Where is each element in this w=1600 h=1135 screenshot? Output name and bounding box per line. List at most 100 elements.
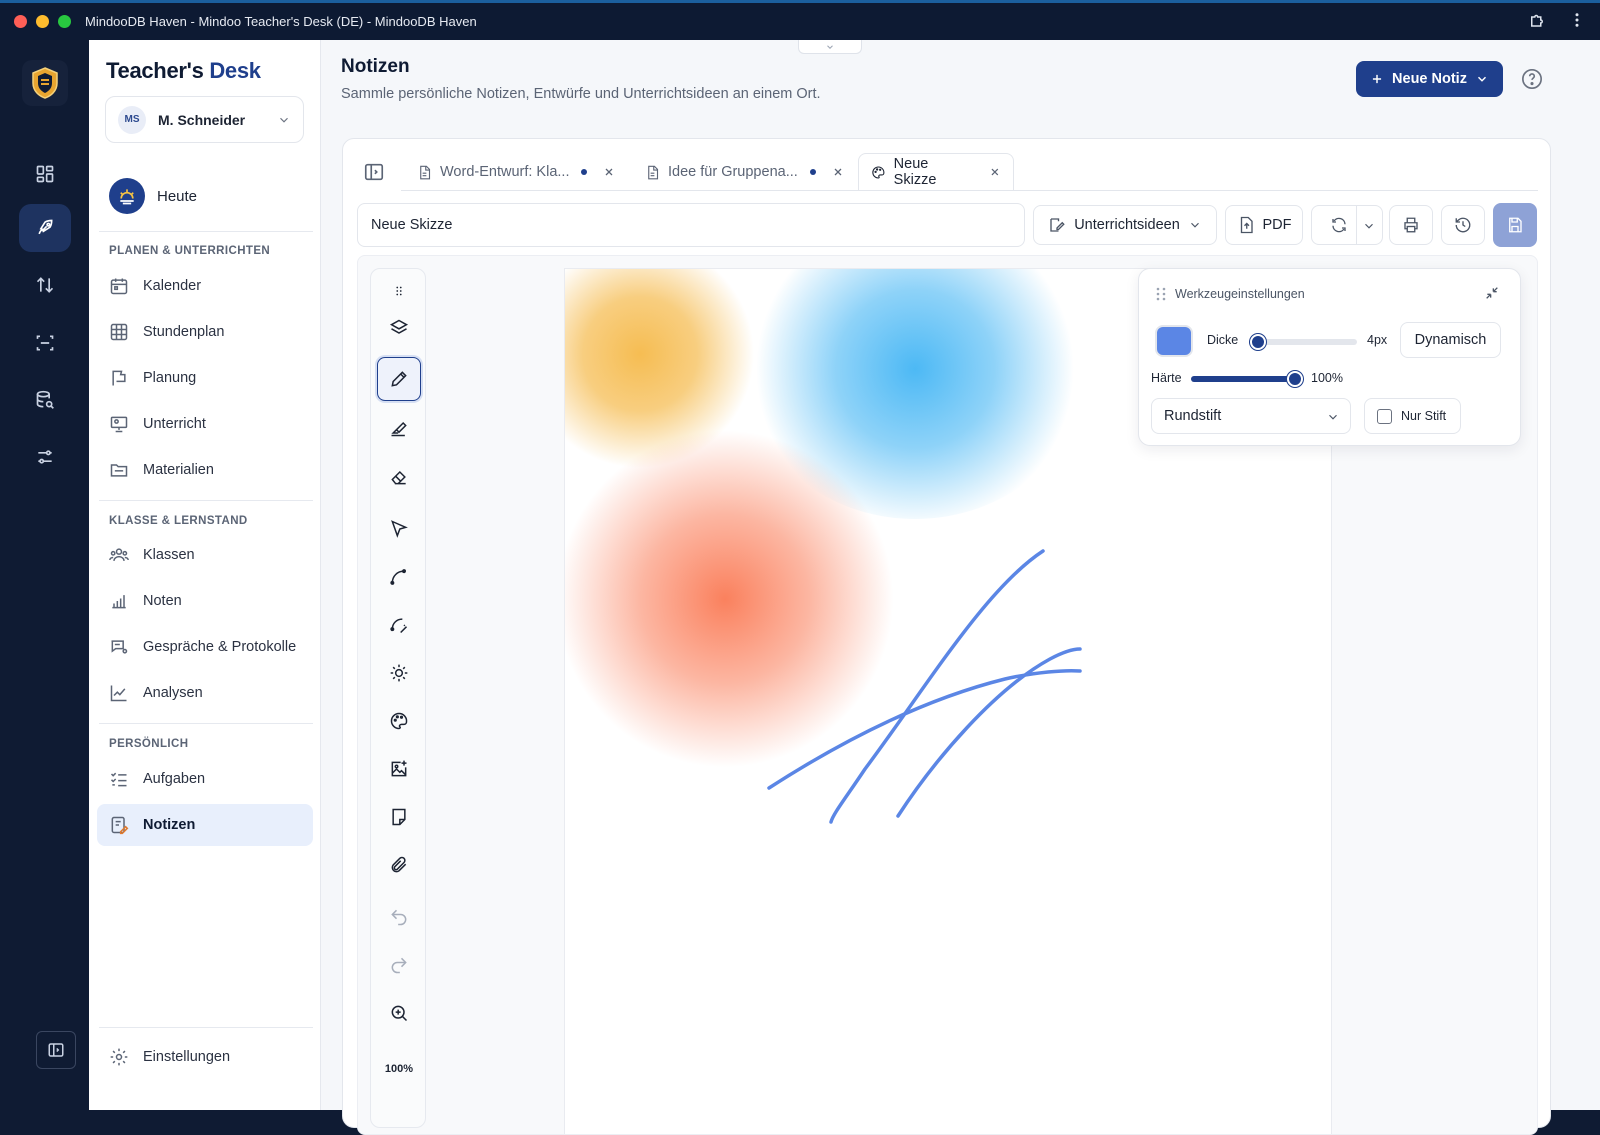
window-controls	[14, 15, 71, 28]
sidebar-item-label: Planung	[143, 370, 197, 386]
panel-toggle-icon[interactable]	[363, 161, 385, 183]
scan-icon[interactable]	[19, 319, 71, 367]
thickness-knob[interactable]	[1249, 334, 1266, 350]
history-button[interactable]	[1441, 205, 1485, 245]
print-button[interactable]	[1389, 205, 1433, 245]
color-swatch[interactable]	[1155, 325, 1193, 357]
sidebar-item-klassen[interactable]: Klassen	[97, 534, 313, 576]
sidebar-item-unterricht[interactable]: Unterricht	[97, 403, 313, 445]
more-menu-icon[interactable]	[1568, 11, 1586, 34]
tab-word-entwurf[interactable]: Word-Entwurf: Kla...	[405, 153, 627, 191]
sticky-note-icon[interactable]	[377, 795, 421, 839]
close-icon[interactable]	[603, 166, 615, 178]
sidebar-item-label: Notizen	[143, 817, 196, 833]
sidebar-item-analysen[interactable]: Analysen	[97, 672, 313, 714]
window-title: MindooDB Haven - Mindoo Teacher's Desk (…	[85, 14, 477, 29]
pen-only-checkbox[interactable]: Nur Stift	[1364, 398, 1461, 434]
drag-handle-icon[interactable]	[1155, 287, 1167, 301]
category-select[interactable]: Unterrichtsideen	[1033, 205, 1217, 245]
tab-underline	[401, 190, 1538, 191]
hardness-knob[interactable]	[1287, 371, 1303, 387]
database-search-icon[interactable]	[19, 376, 71, 424]
sidebar-item-notizen[interactable]: Notizen	[97, 804, 313, 846]
dynamic-button[interactable]: Dynamisch	[1400, 322, 1501, 358]
curve-icon[interactable]	[377, 555, 421, 599]
extensions-icon[interactable]	[1528, 11, 1546, 34]
bar-chart-icon	[112, 595, 126, 609]
hardness-value: 100%	[1311, 371, 1343, 385]
close-icon[interactable]	[989, 166, 1001, 178]
sidebar-item-kalender[interactable]: Kalender	[97, 265, 313, 307]
curve-edit-icon[interactable]	[377, 603, 421, 647]
undo-icon[interactable]	[377, 895, 421, 939]
unsaved-indicator	[581, 169, 588, 175]
save-button[interactable]	[1493, 203, 1537, 247]
tab-label: Neue Skizze	[893, 156, 937, 188]
thickness-label: Dicke	[1207, 333, 1239, 347]
user-switcher[interactable]: MS M. Schneider	[105, 96, 304, 143]
sliders-icon[interactable]	[19, 433, 71, 481]
document-icon	[648, 165, 659, 179]
brand-part-2: Desk	[209, 58, 261, 83]
tab-neue-skizze[interactable]: Neue Skizze	[858, 153, 1014, 191]
layers-icon[interactable]	[377, 306, 421, 350]
sync-arrows-icon[interactable]	[19, 261, 71, 309]
sidebar-item-materialien[interactable]: Materialien	[97, 449, 313, 491]
hardness-slider[interactable]	[1191, 371, 1303, 387]
notes-icon	[111, 816, 129, 835]
close-icon[interactable]	[832, 166, 844, 178]
thickness-slider[interactable]	[1249, 334, 1357, 350]
chevron-down-icon	[1190, 222, 1199, 228]
collapse-icon[interactable]	[1484, 285, 1500, 301]
sidebar-item-today[interactable]: Heute	[109, 178, 197, 214]
sidebar-item-noten[interactable]: Noten	[97, 580, 313, 622]
checkbox-box[interactable]	[1377, 408, 1392, 424]
sidebar-item-label: Heute	[157, 187, 198, 205]
minimize-window-button[interactable]	[36, 15, 49, 28]
image-add-icon[interactable]	[377, 747, 421, 791]
pull-down-handle[interactable]	[798, 40, 862, 54]
zoom-in-icon[interactable]	[377, 991, 421, 1035]
tab-label: Word-Entwurf: Kla...	[440, 164, 570, 180]
checklist-icon	[110, 772, 127, 787]
tab-label: Idee für Gruppena...	[668, 164, 798, 180]
redo-icon[interactable]	[377, 943, 421, 987]
note-title-input[interactable]: Neue Skizze	[357, 203, 1025, 247]
eraser-icon[interactable]	[377, 455, 421, 499]
palette-icon[interactable]	[377, 699, 421, 743]
thickness-value: 4px	[1367, 333, 1388, 347]
export-pdf-button[interactable]: PDF	[1225, 205, 1303, 245]
brush-select[interactable]: Rundstift	[1151, 398, 1351, 434]
sidebar-item-aufgaben[interactable]: Aufgaben	[97, 758, 313, 800]
document-icon	[420, 165, 431, 179]
maximize-window-button[interactable]	[58, 15, 71, 28]
gear-icon	[110, 1048, 128, 1066]
tab-idee-gruppenarbeit[interactable]: Idee für Gruppena...	[633, 153, 856, 191]
close-window-button[interactable]	[14, 15, 27, 28]
sidebar-item-label: Stundenplan	[143, 324, 225, 340]
sidebar-item-stundenplan[interactable]: Stundenplan	[97, 311, 313, 353]
tool-settings-title: Werkzeugeinstellungen	[1175, 287, 1305, 301]
user-name: M. Schneider	[158, 111, 246, 128]
sidebar-item-planung[interactable]: Planung	[97, 357, 313, 399]
highlighter-icon[interactable]	[377, 406, 421, 450]
brightness-icon[interactable]	[377, 651, 421, 695]
rocket-icon[interactable]	[19, 204, 71, 252]
pen-icon[interactable]	[377, 357, 421, 401]
chevron-down-icon[interactable]	[1362, 219, 1376, 233]
sidebar-item-label: Unterricht	[143, 416, 206, 432]
calendar-icon	[110, 278, 128, 295]
help-icon[interactable]	[1521, 68, 1543, 90]
printer-icon	[1404, 217, 1418, 233]
sidebar-item-einstellungen[interactable]: Einstellungen	[97, 1036, 313, 1078]
sidebar-toggle-icon[interactable]	[36, 1031, 76, 1069]
attachment-icon[interactable]	[377, 843, 421, 887]
sidebar-item-gespraeche[interactable]: Gespräche & Protokolle	[97, 626, 313, 668]
dashboard-icon[interactable]	[19, 150, 71, 198]
refresh-icon	[1332, 217, 1346, 233]
select-cursor-icon[interactable]	[377, 507, 421, 551]
pen-only-label: Nur Stift	[1401, 409, 1447, 423]
new-note-button[interactable]: Neue Notiz	[1356, 61, 1503, 97]
shield-logo-icon	[32, 67, 58, 99]
hardness-label: Härte	[1151, 371, 1182, 385]
